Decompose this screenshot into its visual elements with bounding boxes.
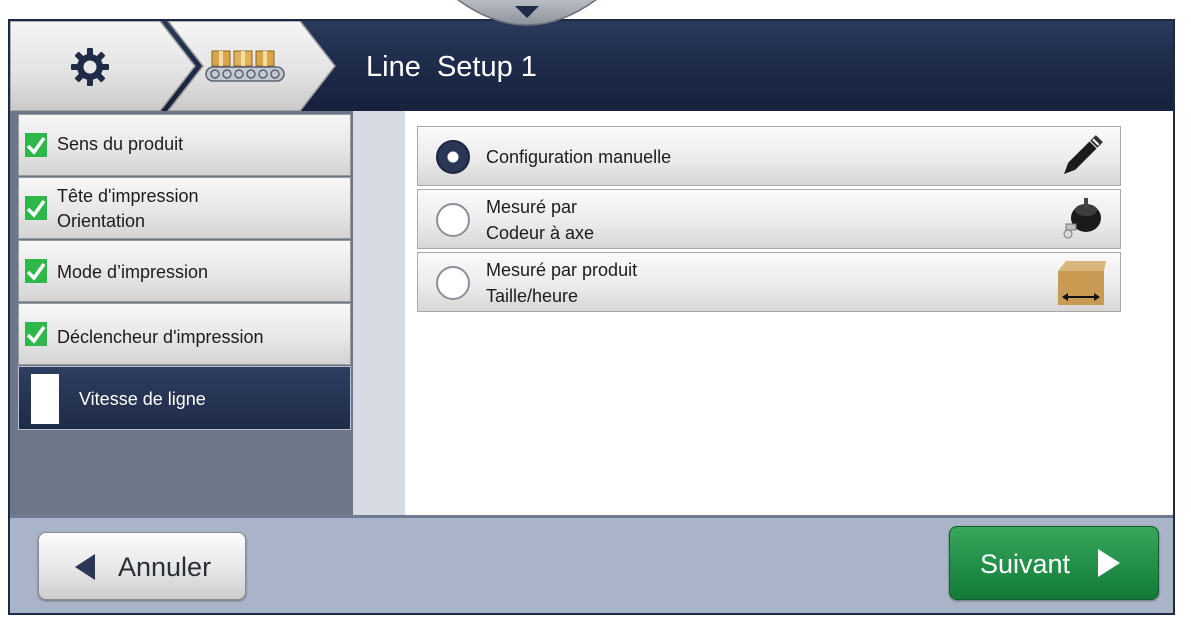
page-title: Line Setup 1 bbox=[366, 51, 537, 83]
breadcrumb bbox=[10, 21, 336, 111]
product-box-icon bbox=[1058, 261, 1106, 305]
setup-window: Line Setup 1 Sens du produit Tête d'impr… bbox=[8, 19, 1175, 615]
step-product-direction[interactable]: Sens du produit bbox=[18, 114, 351, 176]
step-print-mode[interactable]: Mode d’impression bbox=[18, 240, 351, 302]
conveyor-icon bbox=[205, 50, 285, 82]
cancel-label: Annuler bbox=[118, 552, 212, 582]
option-label: Mesuré par produit bbox=[486, 260, 638, 280]
step-label-sub: Orientation bbox=[57, 211, 146, 231]
step-line-speed[interactable]: Vitesse de ligne bbox=[18, 366, 351, 430]
check-icon bbox=[25, 196, 47, 220]
check-icon bbox=[25, 322, 47, 346]
cancel-button[interactable]: Annuler bbox=[38, 532, 246, 600]
panel-divider bbox=[353, 111, 405, 515]
pull-down-tab[interactable] bbox=[453, 0, 601, 26]
next-label: Suivant bbox=[980, 549, 1071, 579]
options-panel: Configuration manuelle Mesuré par Codeur… bbox=[405, 111, 1173, 515]
option-label: Configuration manuelle bbox=[486, 147, 672, 167]
option-label: Mesuré par bbox=[486, 197, 578, 217]
gear-icon[interactable] bbox=[70, 47, 110, 87]
check-icon bbox=[25, 133, 47, 157]
radio-button[interactable] bbox=[436, 203, 470, 237]
arrow-right-icon bbox=[1098, 549, 1120, 577]
option-manual-config[interactable]: Configuration manuelle bbox=[417, 126, 1121, 186]
step-label: Mode d’impression bbox=[57, 262, 209, 282]
header-bar: Line Setup 1 bbox=[10, 21, 1173, 111]
pencil-icon bbox=[1064, 135, 1103, 174]
arrow-left-icon bbox=[75, 554, 95, 580]
option-label-sub: Taille/heure bbox=[486, 286, 579, 306]
radio-button-selected[interactable] bbox=[436, 140, 470, 174]
next-button[interactable]: Suivant bbox=[949, 526, 1159, 600]
shaft-encoder-icon bbox=[1063, 198, 1101, 239]
step-printhead-orientation[interactable]: Tête d'impression Orientation bbox=[18, 177, 351, 239]
step-print-trigger[interactable]: Déclencheur d'impression bbox=[18, 303, 351, 365]
radio-button[interactable] bbox=[436, 266, 470, 300]
step-label: Sens du produit bbox=[57, 134, 184, 154]
option-shaft-encoder[interactable]: Mesuré par Codeur à axe bbox=[417, 189, 1121, 249]
footer-bar: Annuler Suivant bbox=[10, 515, 1173, 613]
step-label: Tête d'impression bbox=[57, 186, 199, 206]
steps-panel: Sens du produit Tête d'impression Orient… bbox=[10, 111, 353, 515]
step-label: Vitesse de ligne bbox=[79, 389, 206, 409]
current-step-marker bbox=[31, 374, 59, 424]
option-product-measured[interactable]: Mesuré par produit Taille/heure bbox=[417, 252, 1121, 312]
check-icon bbox=[25, 259, 47, 283]
step-label: Déclencheur d'impression bbox=[57, 327, 264, 347]
option-label-sub: Codeur à axe bbox=[486, 223, 595, 243]
